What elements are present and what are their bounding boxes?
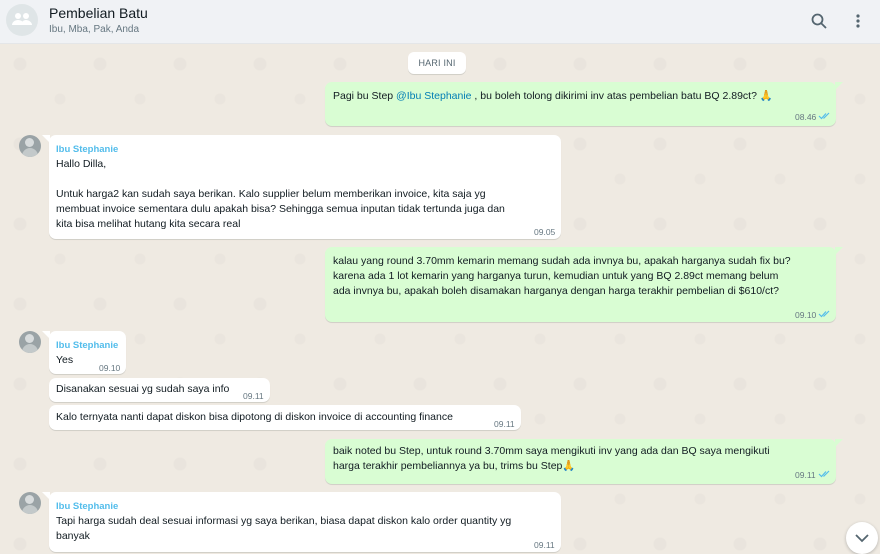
sender-name[interactable]: Ibu Stephanie (56, 338, 118, 353)
message-time: 09.11 (534, 540, 555, 550)
message-list[interactable]: HARI INI Pagi bu Step @Ibu Stephanie , b… (0, 44, 880, 554)
scroll-to-bottom-button[interactable] (846, 522, 878, 554)
message-bubble-outgoing[interactable]: kalau yang round 3.70mm kemarin memang s… (325, 247, 843, 322)
message-text: kalau yang round 3.70mm kemarin memang s… (333, 255, 791, 297)
message-bubble-incoming[interactable]: Kalo ternyata nanti dapat diskon bisa di… (49, 405, 521, 430)
chat-title[interactable]: Pembelian Batu (49, 5, 148, 21)
message-time: 08.46 (795, 112, 817, 122)
search-icon[interactable] (808, 10, 830, 32)
chevron-down-icon (855, 533, 869, 542)
avatar[interactable] (19, 492, 41, 514)
message-bubble-incoming[interactable]: Disanakan sesuai yg sudah saya info 09.1… (49, 378, 270, 402)
avatar[interactable] (19, 135, 41, 157)
message-bubble-outgoing[interactable]: baik noted bu Step, untuk round 3.70mm s… (325, 439, 843, 484)
message-time: 09.11 (795, 470, 816, 480)
chat-participants: Ibu, Mba, Pak, Anda (49, 24, 140, 35)
sender-name[interactable]: Ibu Stephanie (56, 499, 118, 514)
message-text: baik noted bu Step, untuk round 3.70mm s… (333, 445, 770, 472)
message-text: Tapi harga sudah deal sesuai informasi y… (56, 515, 512, 542)
read-ticks-icon (818, 470, 830, 478)
message-text: Pagi bu Step @Ibu Stephanie , bu boleh t… (333, 90, 773, 102)
message-bubble-outgoing[interactable]: Pagi bu Step @Ibu Stephanie , bu boleh t… (325, 82, 843, 126)
message-time: 09.10 (795, 310, 817, 320)
read-ticks-icon (818, 310, 830, 318)
message-text: Kalo ternyata nanti dapat diskon bisa di… (56, 411, 453, 423)
read-ticks-icon (818, 112, 830, 120)
group-avatar-icon[interactable] (6, 4, 38, 36)
message-text: Disanakan sesuai yg sudah saya info (56, 383, 230, 395)
message-text: Yes (56, 354, 74, 366)
more-vertical-icon[interactable] (847, 10, 869, 32)
sender-name[interactable]: Ibu Stephanie (56, 142, 118, 157)
message-time: 09.10 (99, 363, 121, 373)
message-bubble-incoming[interactable]: Ibu Stephanie Yes 09.10 (42, 331, 126, 374)
chat-header[interactable]: Pembelian Batu Ibu, Mba, Pak, Anda (0, 0, 880, 44)
mention-link[interactable]: @Ibu Stephanie (396, 90, 471, 102)
message-time: 09.11 (494, 419, 515, 429)
date-separator: HARI INI (408, 52, 466, 74)
message-bubble-incoming[interactable]: Ibu Stephanie Tapi harga sudah deal sesu… (42, 492, 561, 552)
message-text: Hallo Dilla, Untuk harga2 kan sudah saya… (56, 158, 505, 230)
message-time: 09.11 (243, 391, 264, 401)
avatar[interactable] (19, 331, 41, 353)
message-bubble-incoming[interactable]: Ibu Stephanie Hallo Dilla, Untuk harga2 … (42, 135, 561, 239)
message-time: 09.05 (534, 227, 556, 237)
